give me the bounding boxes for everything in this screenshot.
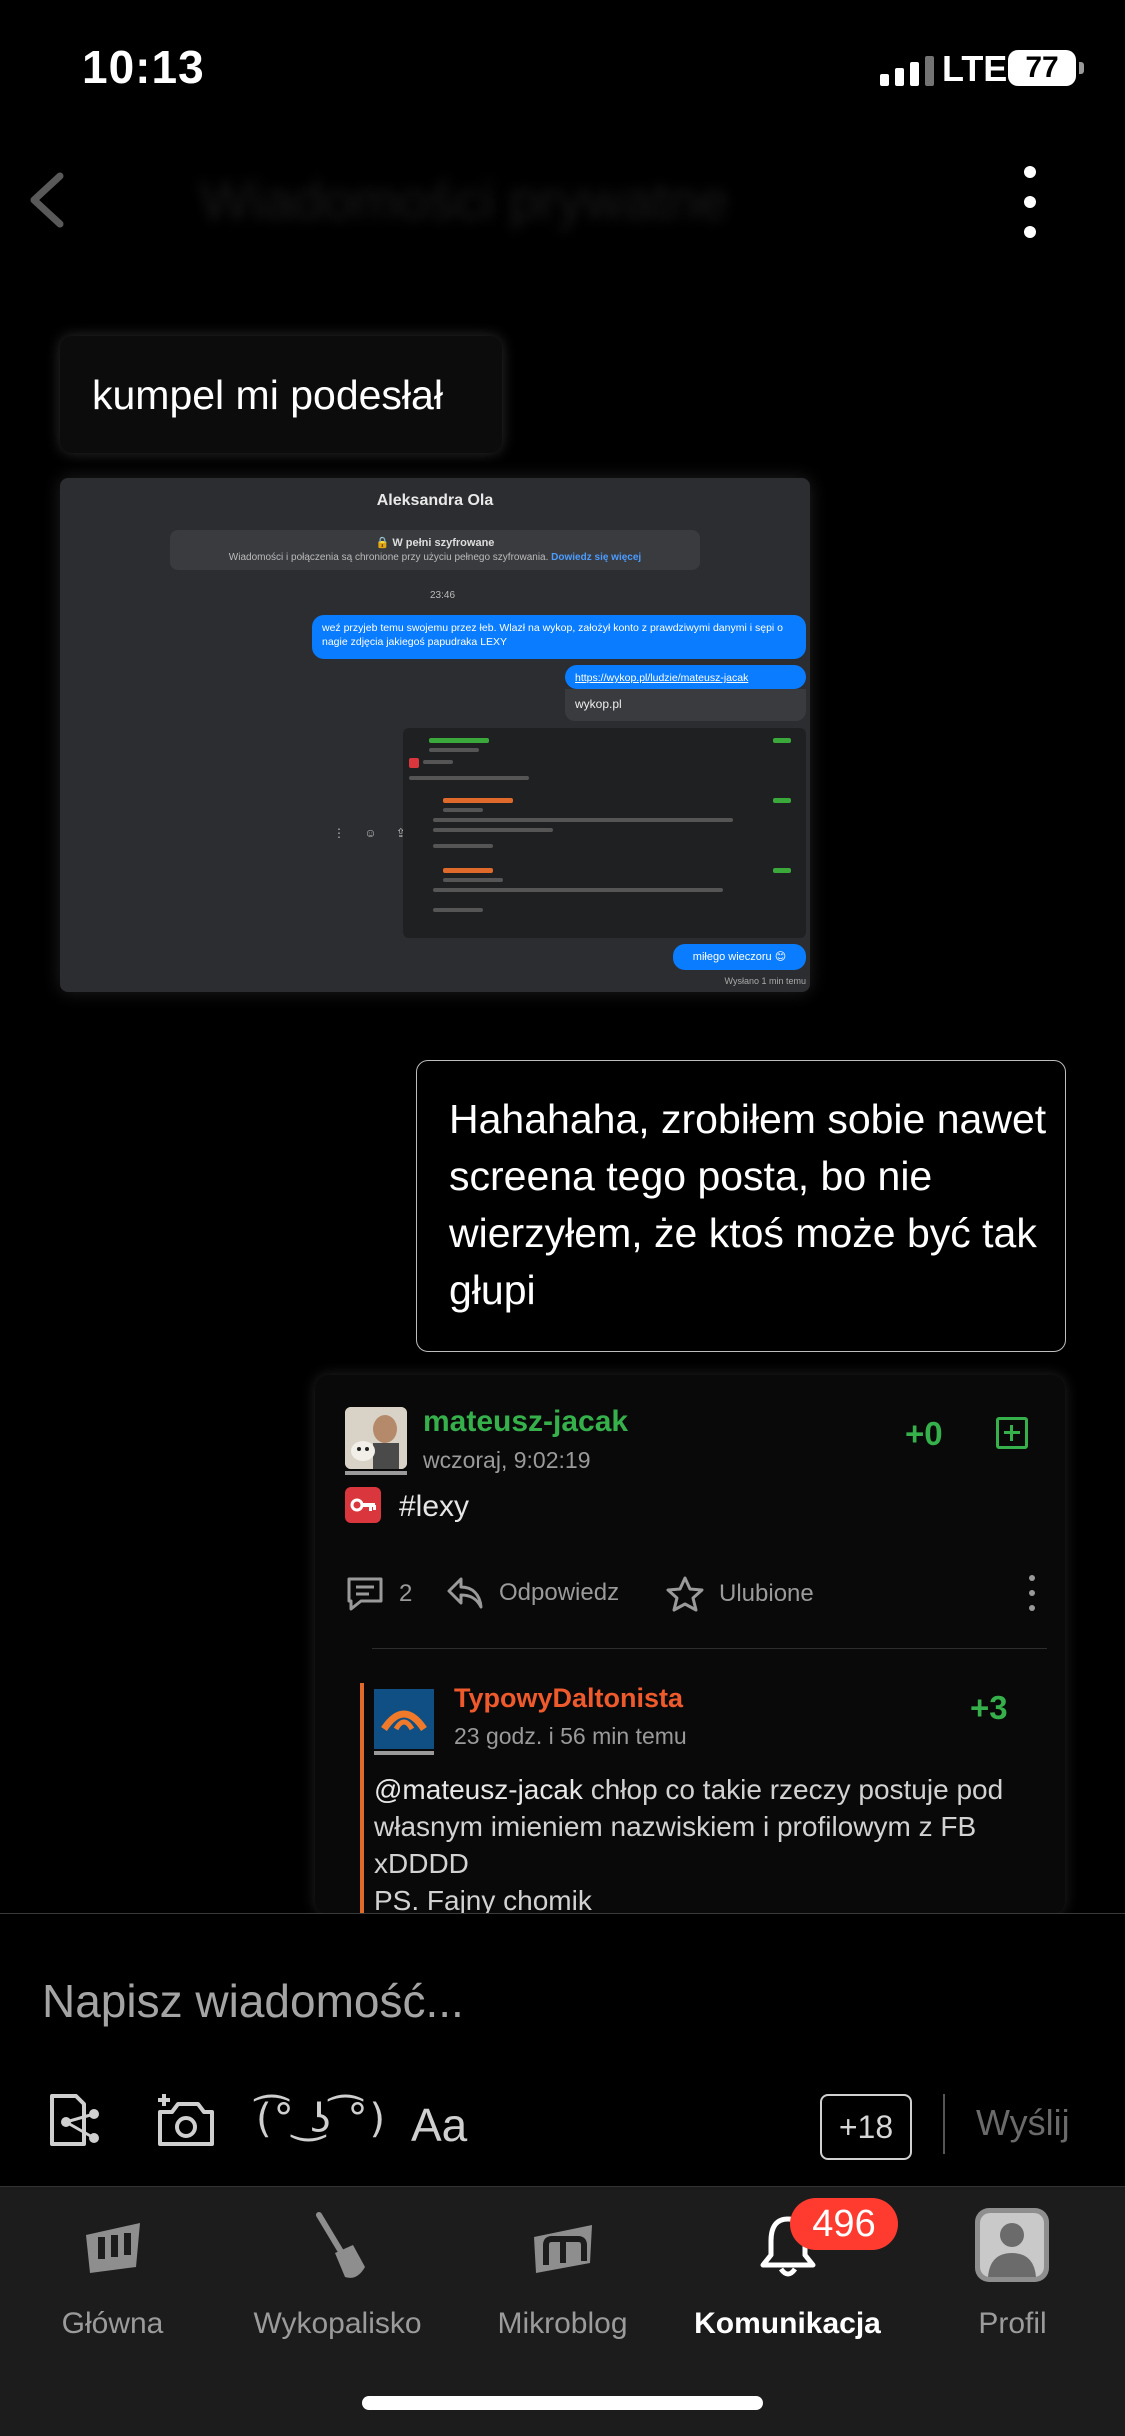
reply-icon [447,1577,483,1609]
screenshot-sent-status: Wysłano 1 min temu [724,976,806,986]
outgoing-message[interactable]: Hahahaha, zrobiłem sobie nawet screena t… [416,1060,1066,1352]
reply-label: Odpowiedz [499,1579,620,1606]
post-comment[interactable]: TypowyDaltonista 23 godz. i 56 min temu … [360,1683,1050,1915]
screenshot-timestamp: 23:46 [429,590,456,601]
tag-key-icon [345,1487,381,1523]
mikroblog-icon [534,2225,592,2273]
more-options-icon[interactable] [1010,166,1050,238]
status-time: 10:13 [82,41,205,93]
camera-icon[interactable] [156,2092,216,2150]
post-votes: +0 [905,1415,943,1452]
message-text: Hahahaha, zrobiłem sobie nawet screena t… [449,1096,1047,1313]
message-composer: Napisz wiadomość... (͡° ͜ʖ ͡°) Aa +18 Wy… [0,1913,1125,2186]
screenshot-message-1: weź przyjeb temu swojemu przez łeb. Wlaz… [312,615,806,659]
tab-glowna[interactable]: Główna [0,2187,225,2347]
comment-votes: +3 [970,1689,1008,1726]
network-type: LTE [942,48,1008,89]
text-format-button[interactable]: Aa [411,2098,467,2152]
shovel-icon [316,2212,365,2278]
comment-icon [347,1577,383,1611]
screenshot-message-3: miłego wieczoru 😊 [673,944,806,970]
divider [372,1648,1047,1649]
comments-count: 2 [399,1580,413,1607]
divider [943,2094,945,2154]
tab-wykopalisko[interactable]: Wykopalisko [225,2187,450,2347]
tab-mikroblog[interactable]: Mikroblog [450,2187,675,2347]
encryption-notice: 🔒 W pełni szyfrowane Wiadomości i połącz… [170,530,700,570]
post-date: wczoraj, 9:02:19 [423,1447,591,1473]
attached-screenshot[interactable]: Aleksandra Ola 🔒 W pełni szyfrowane Wiad… [60,478,810,992]
chat-title[interactable]: Wiadomości prywatne [200,170,920,232]
avatar-rank-bar [374,1751,434,1755]
notification-badge: 496 [790,2198,898,2250]
post-tag[interactable]: #lexy [399,1490,469,1524]
incoming-message[interactable]: kumpel mi podesłał [60,336,502,453]
lenny-face-button[interactable]: (͡° ͜ʖ ͡°) [256,2096,387,2142]
avatar-rank-bar [345,1471,407,1475]
favorite-button[interactable]: Ulubione [665,1575,814,1613]
message-input[interactable]: Napisz wiadomość... [42,1974,464,2028]
screenshot-contact-name: Aleksandra Ola [376,492,494,509]
comment-author-avatar[interactable] [374,1689,434,1749]
chat-header: Wiadomości prywatne [0,150,1125,250]
screenshot-embedded-post [403,728,806,938]
tab-profil[interactable]: Profil [900,2187,1125,2347]
screenshot-reaction-icons: ⋮ ☺ ⇪ [333,826,414,840]
post-author-avatar[interactable] [345,1407,407,1469]
attach-icon[interactable] [46,2092,110,2150]
comment-author[interactable]: TypowyDaltonista [454,1683,683,1714]
battery-icon: 77 [1008,50,1084,86]
comments-button[interactable]: 2 [345,1575,412,1613]
favorite-label: Ulubione [719,1580,814,1607]
home-indicator[interactable] [362,2396,763,2410]
back-icon[interactable] [20,168,80,232]
wykop-home-icon [86,2223,140,2273]
signal-icon [880,56,934,86]
message-text: kumpel mi podesłał [92,372,443,418]
post-author[interactable]: mateusz-jacak [423,1405,628,1439]
star-icon [666,1576,704,1612]
comment-text: @mateusz-jacak chłop co takie rzeczy pos… [374,1774,1004,1915]
screenshot-message-link: https://wykop.pl/ludzie/mateusz-jacak [565,665,806,689]
adult-content-toggle[interactable]: +18 [820,2094,912,2160]
status-bar: 10:13 LTE 77 [0,0,1125,140]
comment-date: 23 godz. i 56 min temu [454,1723,687,1749]
post-more-icon[interactable] [1027,1575,1037,1611]
comment-mention[interactable]: @mateusz-jacak [374,1774,583,1805]
send-button[interactable]: Wyślij [976,2102,1070,2144]
upvote-plus-icon[interactable] [996,1417,1028,1449]
shared-post-card[interactable]: mateusz-jacak wczoraj, 9:02:19 +0 #lexy … [315,1375,1065,1915]
profile-icon [975,2208,1049,2282]
reply-button[interactable]: Odpowiedz [445,1575,619,1611]
screenshot-link-preview: wykop.pl [565,689,806,721]
